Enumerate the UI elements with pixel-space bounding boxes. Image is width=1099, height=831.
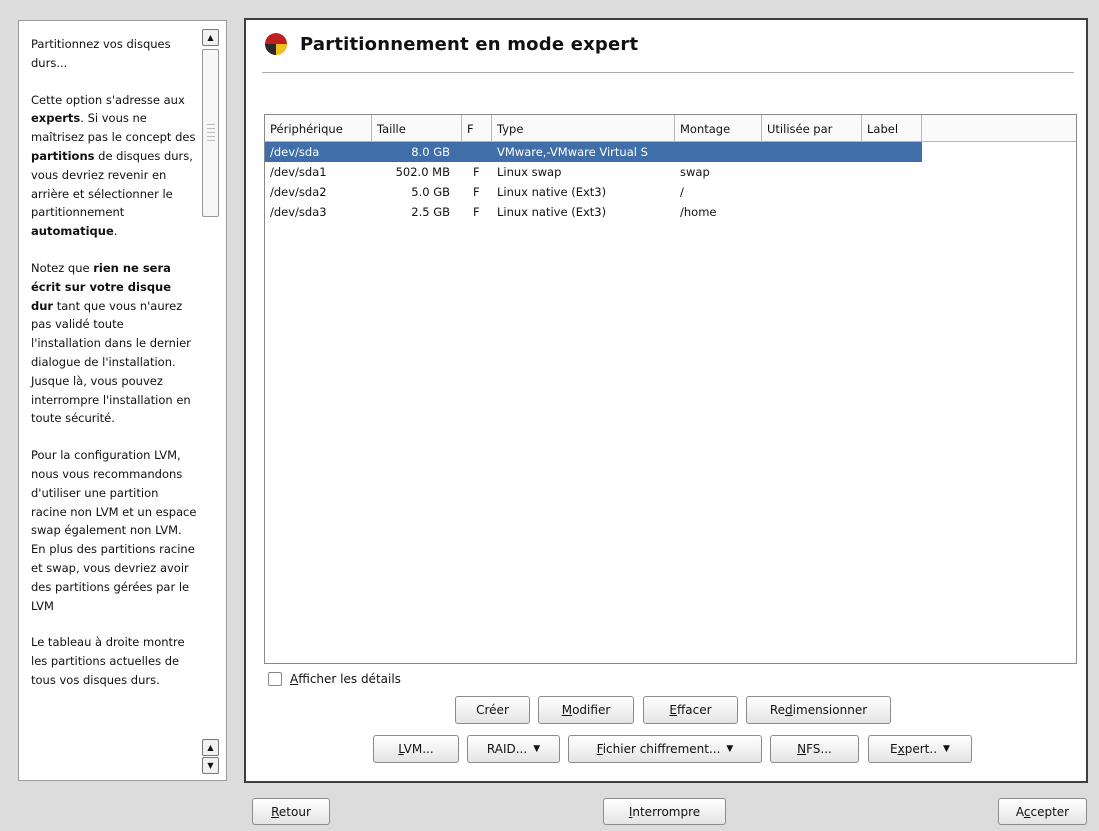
cell-size: 8.0 GB [411,145,450,159]
cell-device: /dev/sda1 [270,165,327,179]
cell-device: /dev/sda3 [270,205,327,219]
main-panel: Partitionnement en mode expert Périphéri… [244,18,1088,783]
column-header-f[interactable]: F [462,115,492,141]
cell-mount: / [680,185,684,199]
delete-button[interactable]: Effacer [643,696,738,724]
cell-device: /dev/sda [270,145,320,159]
dropdown-arrow-icon: ▼ [726,744,734,754]
back-button[interactable]: Retour [252,798,330,825]
help-title: Partitionnez vos disques durs... [31,37,171,70]
modify-button[interactable]: Modifier [538,696,634,724]
header: Partitionnement en mode expert [264,32,638,56]
column-header-label[interactable]: Label [862,115,922,141]
table-row[interactable]: /dev/sda2 5.0 GB F Linux native (Ext3) / [265,182,1076,202]
accept-button[interactable]: Accepter [998,798,1087,825]
cell-f: F [473,185,480,199]
dropdown-arrow-icon: ▼ [533,744,541,754]
app-partition-icon [265,33,287,55]
show-details-option[interactable]: Afficher les détails [268,672,401,686]
help-paragraph: Notez que rien ne sera écrit sur votre d… [31,260,191,426]
nfs-button[interactable]: NFS... [770,735,859,763]
cell-size: 502.0 MB [395,165,450,179]
cell-size: 5.0 GB [411,185,450,199]
column-header-type[interactable]: Type [492,115,675,141]
create-button[interactable]: Créer [455,696,530,724]
cell-device: /dev/sda2 [270,185,327,199]
crypt-file-button[interactable]: Fichier chiffrement... ▼ [568,735,762,763]
cell-mount: swap [680,165,710,179]
scroll-up-icon[interactable]: ▲ [202,29,219,46]
column-header-used-by[interactable]: Utilisée par [762,115,862,141]
table-row[interactable]: /dev/sda 8.0 GB VMware,-VMware Virtual S [265,142,922,162]
abort-button[interactable]: Interrompre [603,798,726,825]
partition-table[interactable]: Périphérique Taille F Type Montage Utili… [264,114,1077,664]
dropdown-arrow-icon: ▼ [943,744,950,754]
scroll-thumb[interactable] [202,49,219,217]
show-details-checkbox[interactable] [268,672,282,686]
scroll-down-icon[interactable]: ▼ [202,757,219,774]
cell-type: VMware,-VMware Virtual S [497,145,648,159]
page-title: Partitionnement en mode expert [300,33,639,55]
scroll-up-icon[interactable]: ▲ [202,739,219,756]
table-row[interactable]: /dev/sda3 2.5 GB F Linux native (Ext3) /… [265,202,1076,222]
help-paragraph: Le tableau à droite montre les partition… [31,635,185,687]
help-text: Partitionnez vos disques durs... Cette o… [31,35,197,708]
cell-type: Linux native (Ext3) [497,205,607,219]
raid-button[interactable]: RAID... ▼ [467,735,560,763]
header-divider [262,72,1074,73]
expert-button[interactable]: Expert.. ▼ [868,735,972,763]
help-panel: Partitionnez vos disques durs... Cette o… [18,20,227,781]
help-paragraph: Pour la configuration LVM, nous vous rec… [31,448,197,613]
help-scrollbar[interactable]: ▲ ▲ ▼ [202,29,220,774]
cell-type: Linux swap [497,165,562,179]
table-row[interactable]: /dev/sda1 502.0 MB F Linux swap swap [265,162,1076,182]
show-details-label[interactable]: Afficher les détails [290,672,401,686]
column-header-device[interactable]: Périphérique [265,115,372,141]
help-paragraph: Cette option s'adresse aux experts. Si v… [31,92,196,239]
lvm-button[interactable]: LVM... [373,735,459,763]
table-header: Périphérique Taille F Type Montage Utili… [265,115,1076,142]
cell-type: Linux native (Ext3) [497,185,607,199]
cell-f: F [473,165,480,179]
cell-f: F [473,205,480,219]
cell-size: 2.5 GB [411,205,450,219]
resize-button[interactable]: Redimensionner [746,696,891,724]
column-header-size[interactable]: Taille [372,115,462,141]
column-header-mount[interactable]: Montage [675,115,762,141]
cell-mount: /home [680,205,717,219]
